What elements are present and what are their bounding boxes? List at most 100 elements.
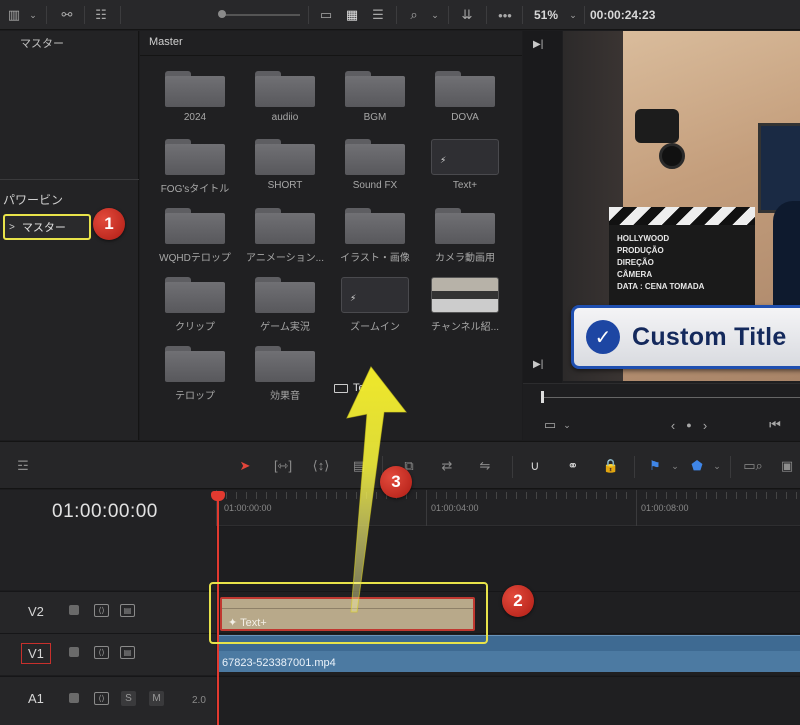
power-bin-master-label: マスター: [21, 222, 66, 234]
folder-icon: [345, 139, 405, 175]
trim-tool-icon[interactable]: [⇿]: [272, 457, 294, 475]
lock-icon[interactable]: [69, 605, 79, 615]
viewer-panel: ▶| ▶| HOLLYWOOD PRODUÇÃO DIREÇÃO CÂMERA …: [523, 31, 800, 440]
track-name-a1[interactable]: A1: [28, 691, 44, 706]
power-bin-master-item[interactable]: > マスター: [3, 214, 91, 240]
mute-button[interactable]: M: [149, 691, 164, 706]
detail-zoom-icon[interactable]: ▣: [776, 457, 798, 475]
list-view-icon[interactable]: ☰: [368, 4, 388, 26]
auto-select-icon[interactable]: ⟨⟩: [94, 604, 109, 617]
search-icon[interactable]: ⌕: [404, 4, 424, 26]
blade-tool-icon[interactable]: ▤: [348, 457, 370, 475]
media-pool-item[interactable]: BGM: [335, 71, 415, 123]
media-pool-item[interactable]: イラスト・画像: [335, 208, 415, 264]
sort-icon[interactable]: ⇊: [456, 4, 478, 26]
track-name-v2[interactable]: V2: [28, 604, 44, 619]
chevron-down-icon[interactable]: ⌄: [26, 4, 40, 26]
auto-select-icon[interactable]: ⟨⟩: [94, 646, 109, 659]
playhead-handle[interactable]: [211, 491, 225, 501]
video-thumbnail: [431, 277, 499, 313]
dot-icon[interactable]: ●: [683, 414, 695, 436]
safe-area-icon[interactable]: ▭: [541, 414, 559, 436]
overwrite-clip-icon[interactable]: ⇄: [436, 457, 458, 475]
media-pool-item[interactable]: ⚡ Text+: [425, 139, 505, 191]
panel-layout-icon[interactable]: ▥: [4, 4, 24, 26]
marker-chevron-icon[interactable]: ⌄: [706, 457, 728, 475]
flag-icon[interactable]: ⚑: [644, 457, 666, 475]
timeline-ruler[interactable]: 01:00:00:00 01:00:04:00 01:00:08:00: [216, 490, 800, 526]
track-lane-a1[interactable]: [216, 676, 800, 725]
zoom-chevron-icon[interactable]: ⌄: [566, 4, 580, 26]
media-pool-item-label: ズームイン: [350, 322, 400, 333]
media-pool-item[interactable]: アニメーション...: [245, 208, 325, 264]
folder-icon: [165, 71, 225, 107]
timeline-options-icon[interactable]: ☲: [12, 457, 34, 475]
more-options-icon[interactable]: •••: [494, 4, 516, 26]
jump-to-start-icon[interactable]: ▶|: [533, 39, 543, 50]
media-pool-item[interactable]: Sound FX: [335, 139, 415, 191]
replace-clip-icon[interactable]: ⇋: [474, 457, 496, 475]
media-pool-item[interactable]: テロップ: [155, 346, 235, 402]
next-icon[interactable]: ›: [699, 414, 711, 436]
folder-icon: [345, 208, 405, 244]
viewer-zoom-level[interactable]: 51%: [534, 8, 558, 22]
lock-icon[interactable]: [69, 693, 79, 703]
metadata-icon[interactable]: ☷: [90, 4, 112, 26]
media-pool-item[interactable]: 効果音: [245, 346, 325, 402]
media-pool-item[interactable]: SHORT: [245, 139, 325, 191]
film-icon: [334, 383, 348, 393]
media-pool-item[interactable]: ⚡ ズームイン: [335, 277, 415, 333]
step-badge-3: 3: [380, 466, 412, 498]
thumbnail-view-icon[interactable]: ▦: [342, 4, 362, 26]
marker-icon[interactable]: ⬟: [686, 457, 708, 475]
selection-tool-icon[interactable]: ➤: [234, 457, 256, 475]
flag-chevron-icon[interactable]: ⌄: [664, 457, 686, 475]
unlink-icon[interactable]: ⚯: [56, 4, 78, 26]
snapping-icon[interactable]: ∪: [524, 457, 546, 475]
zoom-slider-knob[interactable]: [218, 10, 226, 18]
folder-icon: [165, 139, 225, 175]
search-chevron-icon[interactable]: ⌄: [428, 4, 442, 26]
folder-icon: [255, 346, 315, 382]
auto-select-icon[interactable]: ⟨⟩: [94, 692, 109, 705]
video-enable-icon[interactable]: ▤: [120, 646, 135, 659]
track-name-v1[interactable]: V1: [21, 643, 51, 664]
thumbnail-zoom-slider[interactable]: [222, 14, 300, 16]
bin-master-header[interactable]: マスター: [20, 35, 64, 51]
media-pool-item[interactable]: DOVA: [425, 71, 505, 123]
media-pool-item[interactable]: クリップ: [155, 277, 235, 333]
media-pool-title: Master: [149, 36, 183, 48]
solo-button[interactable]: S: [121, 691, 136, 706]
media-pool-item[interactable]: 2024: [155, 71, 235, 123]
media-pool-item[interactable]: ゲーム実況: [245, 277, 325, 333]
metadata-view-icon[interactable]: ▭: [316, 4, 336, 26]
media-pool-item[interactable]: チャンネル紹...: [425, 277, 505, 333]
clapperboard-text: HOLLYWOOD PRODUÇÃO DIREÇÃO CÂMERA DATA :…: [617, 234, 705, 291]
linked-selection-icon[interactable]: ⚭: [562, 457, 584, 475]
jump-to-end-icon[interactable]: ▶|: [533, 359, 543, 370]
dynamic-trim-icon[interactable]: ⟨↕⟩: [310, 457, 332, 475]
chevron-right-icon[interactable]: >: [9, 222, 15, 233]
media-pool: Master 2024 audiio BGM DOVA FOG'sタイトル SHORT So…: [140, 31, 522, 440]
media-pool-item[interactable]: カメラ動画用: [425, 208, 505, 264]
zoom-to-fit-icon[interactable]: ▭⌕: [742, 457, 764, 475]
viewer-scrubber[interactable]: [523, 383, 800, 411]
video-enable-icon[interactable]: ▤: [120, 604, 135, 617]
position-lock-icon[interactable]: 🔒: [600, 457, 622, 475]
video-clip-label: 67823-523387001.mp4: [222, 657, 336, 669]
media-pool-item-label: ゲーム実況: [260, 322, 310, 333]
media-pool-item-label: カメラ動画用: [435, 253, 495, 264]
media-pool-item[interactable]: audiio: [245, 71, 325, 123]
folder-icon: [435, 208, 495, 244]
media-pool-item-label: テロップ: [175, 391, 215, 402]
viewer-video-frame[interactable]: HOLLYWOOD PRODUÇÃO DIREÇÃO CÂMERA DATA :…: [563, 31, 800, 381]
safe-area-chevron-icon[interactable]: ⌄: [561, 414, 573, 436]
go-to-first-frame-icon[interactable]: ⏮: [763, 414, 787, 436]
viewer-playhead[interactable]: [541, 391, 544, 403]
lock-icon[interactable]: [69, 647, 79, 657]
viewer-timecode: 00:00:24:23: [590, 8, 656, 22]
media-pool-item[interactable]: WQHDテロップ: [155, 208, 235, 264]
prev-icon[interactable]: ‹: [667, 414, 679, 436]
track-header-v2: V2 ⟨⟩ ▤: [0, 591, 216, 633]
media-pool-item[interactable]: FOG'sタイトル: [155, 139, 235, 195]
